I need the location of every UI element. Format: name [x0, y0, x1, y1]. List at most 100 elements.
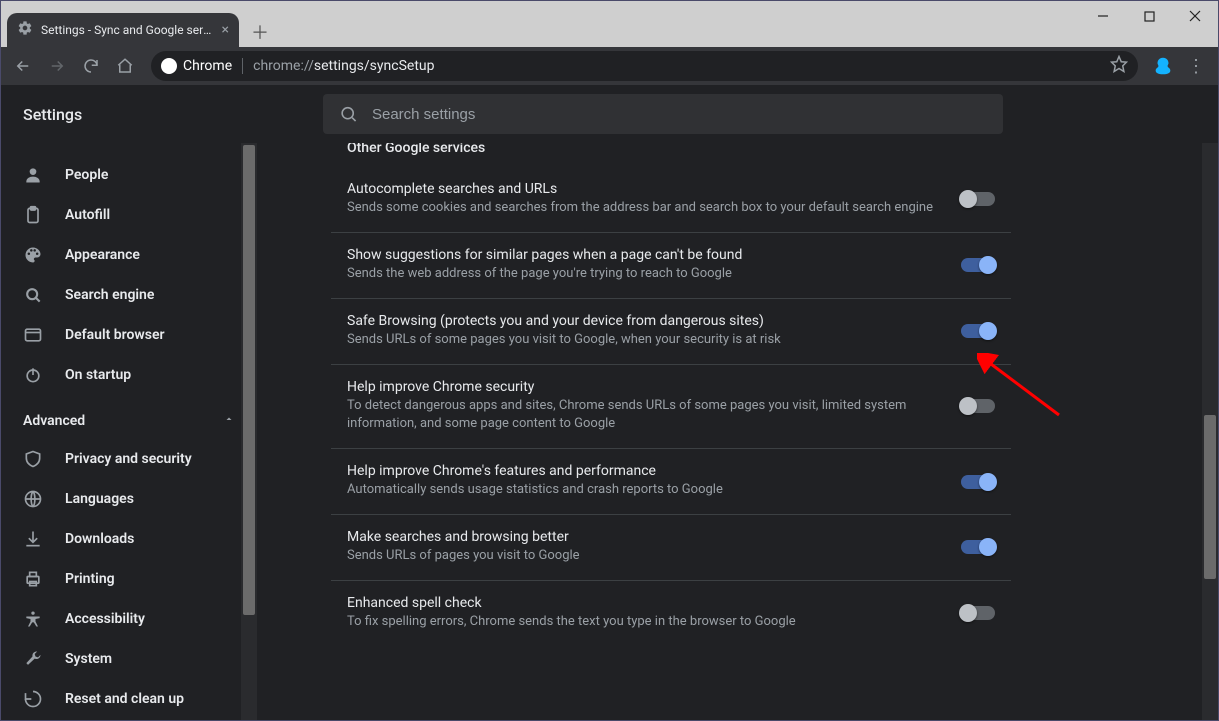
- settings-row: Autocomplete searches and URLs Sends some…: [331, 167, 1011, 233]
- settings-row-subtitle: Automatically sends usage statistics and…: [347, 481, 941, 500]
- window-minimize-button[interactable]: [1080, 1, 1126, 31]
- browser-tab-active[interactable]: Settings - Sync and Google servic ×: [7, 13, 239, 47]
- sidebar-item-on-startup[interactable]: On startup: [1, 355, 257, 395]
- settings-search-input[interactable]: [372, 106, 987, 123]
- settings-row-text: Enhanced spell checkTo fix spelling erro…: [347, 595, 941, 632]
- settings-row-subtitle: To fix spelling errors, Chrome sends the…: [347, 613, 941, 632]
- sidebar-item-label: Default browser: [65, 327, 165, 343]
- sidebar-item-accessibility[interactable]: Accessibility: [1, 599, 257, 639]
- url-text: chrome://settings/syncSetup: [253, 58, 434, 74]
- globe-icon: [23, 489, 43, 509]
- toggle-knob: [979, 538, 997, 556]
- settings-row-title: Help improve Chrome's features and perfo…: [347, 463, 941, 479]
- sidebar-item-printing[interactable]: Printing: [1, 559, 257, 599]
- nav-forward-button[interactable]: [43, 52, 71, 80]
- settings-row: Help improve Chrome's features and perfo…: [331, 449, 1011, 515]
- sidebar-item-label: Appearance: [65, 247, 140, 263]
- window-close-button[interactable]: [1172, 1, 1218, 31]
- page-title: Settings: [23, 105, 323, 124]
- settings-row-title: Make searches and browsing better: [347, 529, 941, 545]
- tab-title: Settings - Sync and Google servic: [41, 23, 214, 37]
- settings-row-text: Show suggestions for similar pages when …: [347, 247, 941, 284]
- browser-menu-button[interactable]: ⋮: [1182, 56, 1210, 77]
- sidebar-scrollbar[interactable]: [241, 143, 257, 720]
- clipboard-icon: [23, 205, 43, 225]
- sidebar-advanced-label: Advanced: [23, 413, 85, 429]
- close-tab-icon[interactable]: ×: [222, 22, 229, 38]
- settings-row-text: Make searches and browsing betterSends U…: [347, 529, 941, 566]
- toggle-knob: [959, 604, 977, 622]
- sidebar-item-label: Printing: [65, 571, 115, 587]
- sidebar-item-privacy[interactable]: Privacy and security: [1, 439, 257, 479]
- settings-row: Enhanced spell checkTo fix spelling erro…: [331, 581, 1011, 646]
- sidebar-item-languages[interactable]: Languages: [1, 479, 257, 519]
- toggle-switch[interactable]: [961, 475, 995, 489]
- sidebar-item-label: Languages: [65, 491, 134, 507]
- sidebar-item-label: Autofill: [65, 207, 110, 223]
- nav-back-button[interactable]: [9, 52, 37, 80]
- sidebar-item-system[interactable]: System: [1, 639, 257, 679]
- app-body: People Autofill Appearance Search engine: [1, 143, 1218, 720]
- nav-home-button[interactable]: [111, 52, 139, 80]
- window-titlebar: Settings - Sync and Google servic × ＋: [1, 1, 1218, 47]
- settings-row: Help improve Chrome securityTo detect da…: [331, 365, 1011, 450]
- sidebar-item-default-browser[interactable]: Default browser: [1, 315, 257, 355]
- settings-section: Other Google services Autocomplete searc…: [331, 143, 1011, 646]
- address-bar[interactable]: Chrome chrome://settings/syncSetup: [151, 51, 1138, 81]
- section-title: Other Google services: [331, 143, 1011, 164]
- settings-row: Make searches and browsing betterSends U…: [331, 515, 1011, 581]
- window-maximize-button[interactable]: [1126, 1, 1172, 31]
- power-icon: [23, 365, 43, 385]
- restore-icon: [23, 689, 43, 709]
- printer-icon: [23, 569, 43, 589]
- settings-row-text: Help improve Chrome's features and perfo…: [347, 463, 941, 500]
- sidebar-item-people[interactable]: People: [1, 155, 257, 195]
- shield-icon: [23, 449, 43, 469]
- new-tab-button[interactable]: ＋: [245, 17, 275, 47]
- wrench-icon: [23, 649, 43, 669]
- nav-reload-button[interactable]: [77, 52, 105, 80]
- toggle-switch[interactable]: [961, 540, 995, 554]
- settings-row-title: Autocomplete searches and URLs: [347, 181, 941, 197]
- scrollbar-thumb[interactable]: [1204, 415, 1216, 579]
- settings-search-box[interactable]: [323, 94, 1003, 134]
- extension-icon[interactable]: [1150, 53, 1176, 79]
- sidebar: People Autofill Appearance Search engine: [1, 143, 257, 720]
- toggle-switch[interactable]: [961, 258, 995, 272]
- sidebar-item-label: Downloads: [65, 531, 134, 547]
- settings-row-text: Autocomplete searches and URLs Sends some…: [347, 181, 941, 218]
- toggle-knob: [959, 190, 977, 208]
- browser-toolbar: Chrome chrome://settings/syncSetup ⋮: [1, 47, 1218, 85]
- settings-row: Safe Browsing (protects you and your dev…: [331, 299, 1011, 365]
- settings-row-title: Help improve Chrome security: [347, 379, 941, 395]
- settings-row-subtitle: Sends some cookies and searches from the…: [347, 199, 941, 218]
- sidebar-item-label: People: [65, 167, 108, 183]
- toggle-switch[interactable]: [961, 192, 995, 206]
- scrollbar-thumb[interactable]: [243, 145, 255, 615]
- bookmark-star-icon[interactable]: [1110, 55, 1128, 77]
- download-icon: [23, 529, 43, 549]
- sidebar-item-reset[interactable]: Reset and clean up: [1, 679, 257, 719]
- gear-icon: [17, 20, 33, 40]
- sidebar-item-autofill[interactable]: Autofill: [1, 195, 257, 235]
- sidebar-item-downloads[interactable]: Downloads: [1, 519, 257, 559]
- toggle-knob: [959, 397, 977, 415]
- settings-row: Show suggestions for similar pages when …: [331, 233, 1011, 299]
- settings-row-text: Help improve Chrome securityTo detect da…: [347, 379, 941, 435]
- sidebar-item-appearance[interactable]: Appearance: [1, 235, 257, 275]
- sidebar-advanced-header[interactable]: Advanced: [1, 395, 257, 439]
- sidebar-item-label: Privacy and security: [65, 451, 192, 467]
- settings-row-text: Safe Browsing (protects you and your dev…: [347, 313, 941, 350]
- person-icon: [23, 165, 43, 185]
- site-chip: Chrome: [161, 58, 243, 74]
- toggle-switch[interactable]: [961, 606, 995, 620]
- toggle-switch[interactable]: [961, 399, 995, 413]
- sidebar-item-label: On startup: [65, 367, 131, 383]
- app-header: Settings: [1, 85, 1218, 143]
- toggle-switch[interactable]: [961, 324, 995, 338]
- search-icon: [23, 285, 43, 305]
- settings-row-subtitle: Sends URLs of some pages you visit to Go…: [347, 331, 941, 350]
- sidebar-item-search-engine[interactable]: Search engine: [1, 275, 257, 315]
- toggle-knob: [979, 473, 997, 491]
- page-scrollbar[interactable]: [1202, 143, 1218, 720]
